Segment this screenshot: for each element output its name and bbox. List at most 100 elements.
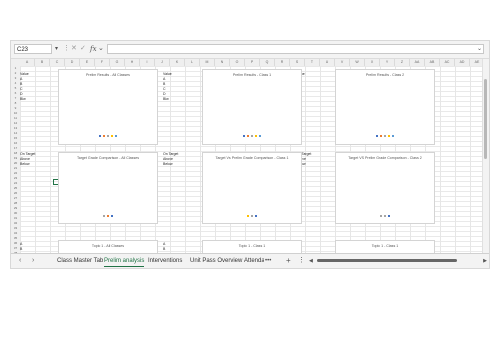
legend-swatch — [384, 135, 386, 138]
chart-target-class1[interactable]: Target Vs Prelim Grade Comparison - Clas… — [202, 152, 302, 224]
more-options-icon[interactable]: ⋮ — [63, 44, 70, 54]
vertical-scrollbar[interactable] — [482, 59, 489, 256]
column-header[interactable]: P — [245, 59, 260, 66]
cell[interactable]: Below — [163, 162, 173, 167]
worksheet-grid[interactable]: ABCDEFGHIJKLMNOPQRSTUVWXYZAAABACADAEAFAG… — [11, 59, 485, 256]
column-header[interactable]: W — [350, 59, 365, 66]
column-header[interactable]: AC — [440, 59, 455, 66]
legend-swatch — [392, 135, 394, 138]
legend-swatch — [103, 215, 105, 218]
chart-target-class2[interactable]: Target VS Prelim Grade Comparison - Clas… — [335, 152, 435, 224]
spreadsheet-window: C23 ▾ ⋮ ✕ ✓ fx ⌄ ⌄ ABCDEFGHIJKLMNOPQRSTU… — [10, 40, 490, 269]
legend-swatch — [384, 215, 386, 218]
cell[interactable]: Blw — [163, 97, 169, 102]
column-header[interactable]: R — [275, 59, 290, 66]
chart-title: Prelim Results - Class 1 — [232, 73, 272, 77]
scroll-right-icon[interactable]: ▶ — [483, 258, 487, 264]
next-sheet-icon[interactable]: › — [32, 254, 34, 268]
column-header[interactable]: U — [320, 59, 335, 66]
legend-swatch — [259, 135, 261, 138]
column-header[interactable]: D — [65, 59, 80, 66]
prev-sheet-icon[interactable]: ‹ — [19, 254, 21, 268]
column-header[interactable]: T — [305, 59, 320, 66]
legend-swatch — [380, 215, 382, 218]
column-header[interactable]: K — [170, 59, 185, 66]
column-header[interactable]: O — [230, 59, 245, 66]
tab-attendance[interactable]: Attendance — [244, 254, 264, 268]
column-header[interactable]: Y — [380, 59, 395, 66]
tab-class-master[interactable]: Class Master Tab — [57, 254, 103, 268]
legend-swatch — [111, 215, 113, 218]
column-header[interactable]: AD — [455, 59, 470, 66]
chevron-down-icon[interactable]: ▾ — [55, 44, 58, 54]
scroll-left-icon[interactable]: ◀ — [309, 258, 313, 264]
legend-swatch — [255, 215, 257, 218]
check-icon[interactable]: ✓ — [80, 44, 86, 54]
column-header[interactable]: S — [290, 59, 305, 66]
close-icon[interactable]: ✕ — [71, 44, 77, 54]
chart-legend — [203, 134, 301, 138]
column-header[interactable]: I — [140, 59, 155, 66]
legend-swatch — [247, 215, 249, 218]
legend-swatch — [376, 135, 378, 138]
chart-legend — [336, 214, 434, 218]
scroll-thumb[interactable] — [484, 79, 487, 159]
function-icon[interactable]: fx — [90, 44, 97, 54]
column-header[interactable]: AA — [410, 59, 425, 66]
tab-interventions[interactable]: Interventions — [148, 254, 182, 268]
column-header[interactable]: AB — [425, 59, 440, 66]
legend-swatch — [251, 215, 253, 218]
scroll-thumb[interactable] — [317, 259, 457, 262]
chevron-down-icon[interactable]: ⌄ — [98, 44, 104, 54]
column-header[interactable]: N — [215, 59, 230, 66]
column-header[interactable]: H — [125, 59, 140, 66]
more-sheets-icon[interactable]: ••• — [265, 254, 271, 268]
chart-title: Topic 1 - All Classes — [91, 244, 125, 248]
column-header[interactable]: A — [20, 59, 35, 66]
horizontal-scrollbar[interactable]: ◀ ▶ — [309, 258, 487, 264]
column-header[interactable]: Z — [395, 59, 410, 66]
column-header[interactable]: B — [35, 59, 50, 66]
chart-target-all[interactable]: Target Grade Comparison - All Classes — [58, 152, 158, 224]
column-header[interactable]: E — [80, 59, 95, 66]
cell[interactable]: Below — [20, 162, 30, 167]
column-header[interactable]: V — [335, 59, 350, 66]
legend-swatch — [111, 135, 113, 138]
legend-swatch — [103, 135, 105, 138]
legend-swatch — [255, 135, 257, 138]
chart-legend — [336, 134, 434, 138]
column-header[interactable]: X — [365, 59, 380, 66]
chart-title: Topic 1 - Class 1 — [238, 244, 266, 248]
chart-prelim-class2[interactable]: Prelim Results - Class 2 — [335, 69, 435, 145]
legend-swatch — [107, 135, 109, 138]
column-header[interactable]: C — [50, 59, 65, 66]
add-sheet-icon[interactable]: + — [286, 254, 291, 268]
chart-prelim-class1[interactable]: Prelim Results - Class 1 — [202, 69, 302, 145]
chart-prelim-all[interactable]: Prelim Results - All Classes — [58, 69, 158, 145]
chart-title: Target Vs Prelim Grade Comparison - Clas… — [215, 156, 289, 160]
expand-formula-icon[interactable]: ⌄ — [477, 44, 482, 54]
column-header[interactable]: M — [200, 59, 215, 66]
name-box[interactable]: C23 — [14, 44, 52, 54]
legend-swatch — [243, 135, 245, 138]
sheet-options-icon[interactable]: ⋮ — [298, 254, 305, 268]
column-header[interactable]: F — [95, 59, 110, 66]
cell[interactable]: B — [20, 247, 22, 252]
chart-legend — [203, 214, 301, 218]
column-header[interactable]: L — [185, 59, 200, 66]
chart-title: Topic 1 - Class 1 — [371, 244, 399, 248]
legend-swatch — [388, 215, 390, 218]
chart-title: Prelim Results - Class 2 — [365, 73, 405, 77]
column-header[interactable]: G — [110, 59, 125, 66]
legend-swatch — [115, 135, 117, 138]
column-header[interactable]: J — [155, 59, 170, 66]
tab-prelim-analysis[interactable]: Prelim analysis — [104, 254, 145, 267]
cells-area[interactable]: Value A B C D Blw On Target Above Below … — [20, 66, 485, 256]
formula-input[interactable] — [107, 44, 484, 54]
column-header[interactable]: Q — [260, 59, 275, 66]
cell[interactable]: Blw — [20, 97, 26, 102]
cell[interactable]: B — [163, 247, 165, 252]
legend-swatch — [247, 135, 249, 138]
tab-unit-pass-overview[interactable]: Unit Pass Overview — [190, 254, 242, 268]
legend-swatch — [251, 135, 253, 138]
